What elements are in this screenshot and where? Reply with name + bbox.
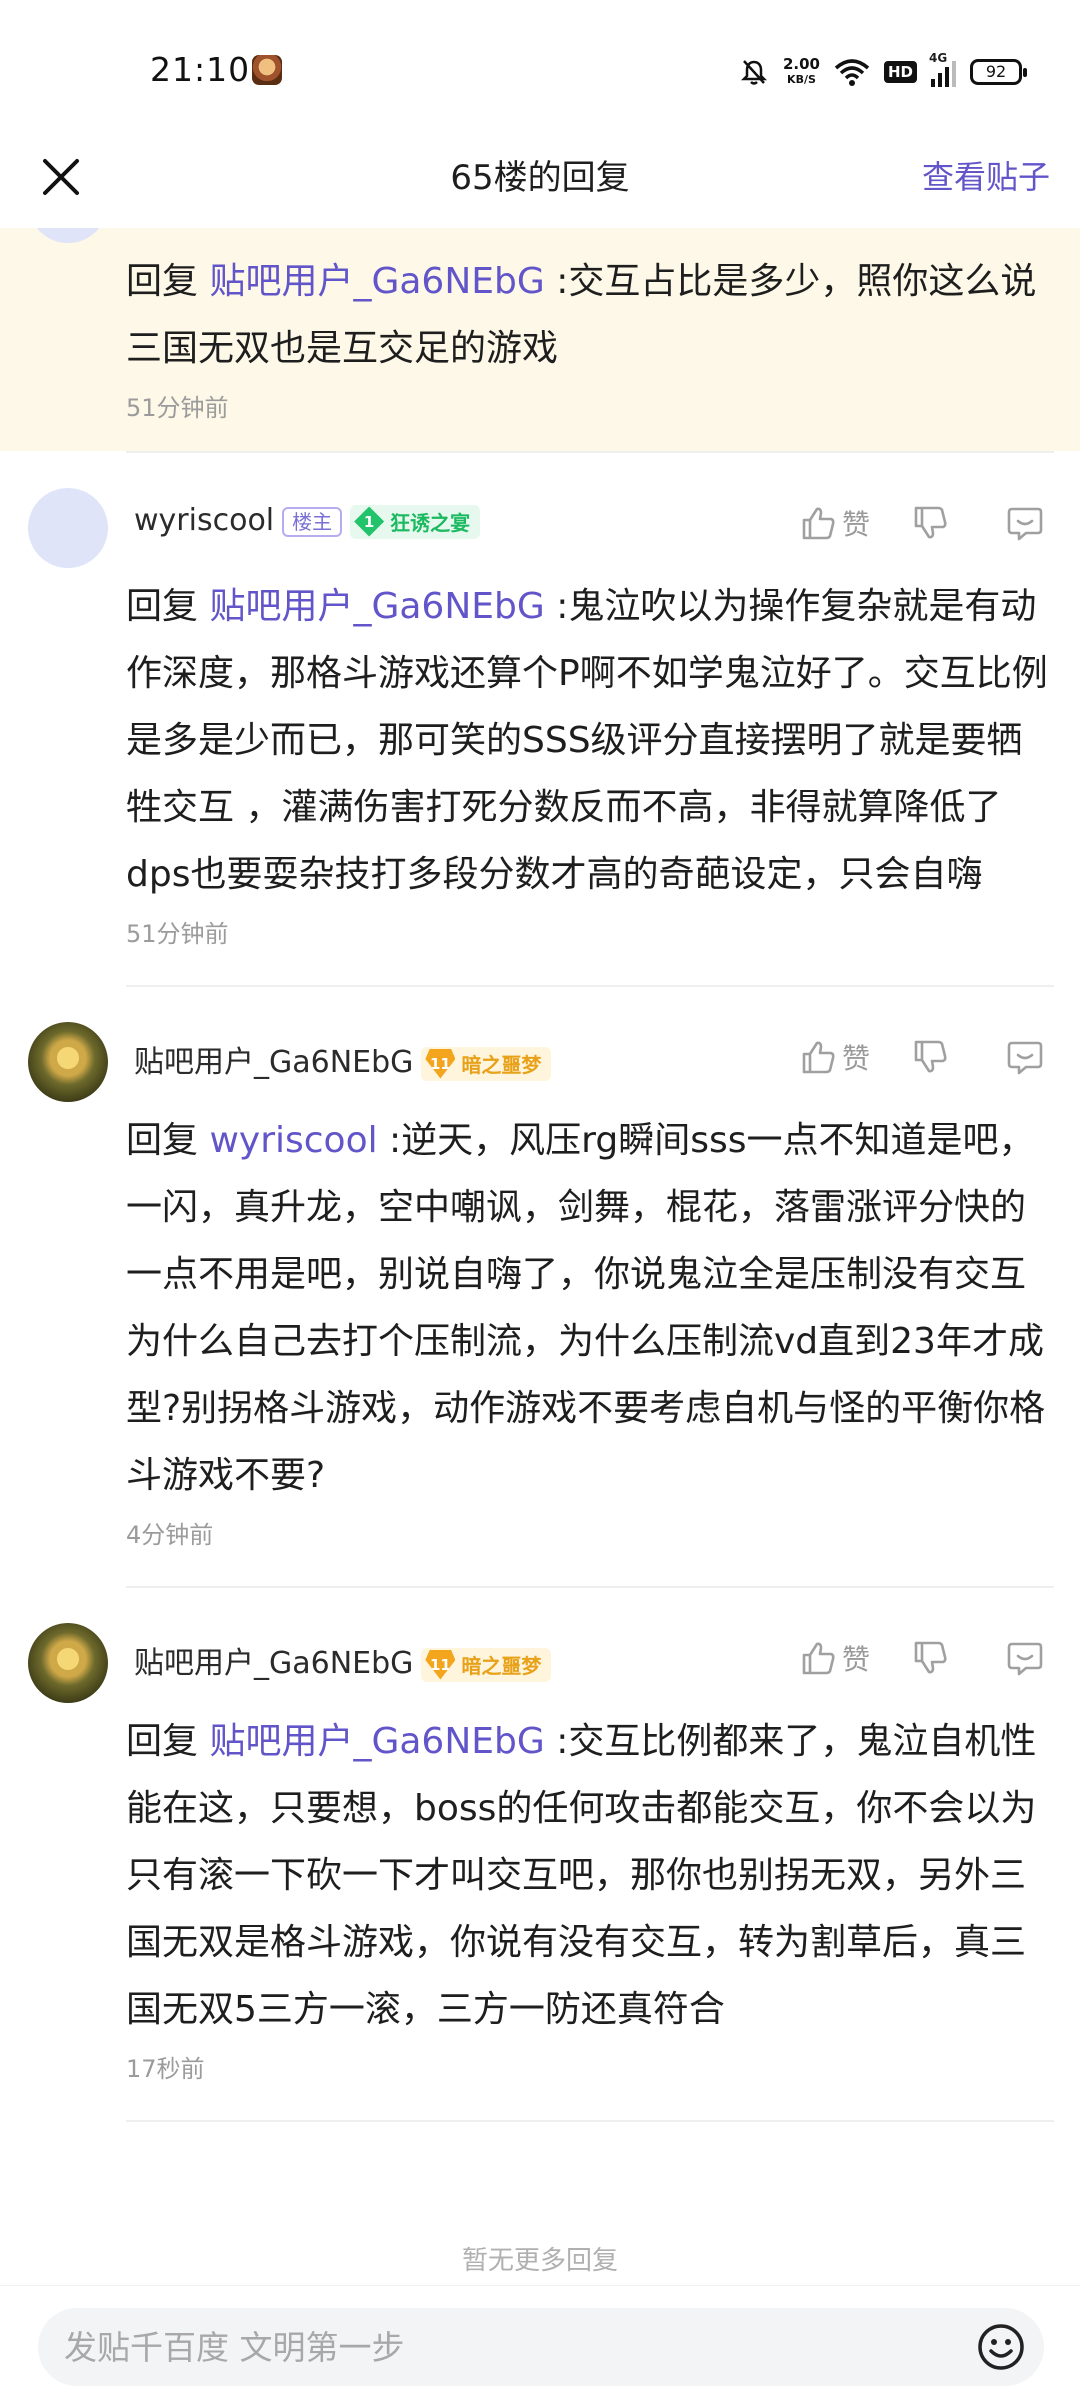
reply-item[interactable]: wyriscool 楼主 1 狂诱之宴赞回复 贴吧用户_Ga6NEbG :鬼泣吹以为操… — [0, 453, 1080, 985]
level-title: 暗之噩梦 — [461, 1654, 542, 1678]
thumbs-down-icon — [914, 1040, 947, 1073]
like-button[interactable]: 赞 — [800, 1037, 870, 1077]
level-title: 暗之噩梦 — [461, 1053, 542, 1077]
username-row: 贴吧用户_Ga6NEbG 11 暗之噩梦 — [134, 1037, 552, 1081]
reply-prefix: 回复 — [126, 1120, 210, 1161]
network-speed: 2.00 KB/S — [783, 57, 820, 87]
level-title: 狂诱之宴 — [390, 511, 471, 535]
reply-header: 贴吧用户_Ga6NEbG 11 暗之噩梦赞 — [0, 1017, 1080, 1107]
username[interactable]: wyriscool — [134, 503, 274, 538]
avatar[interactable] — [28, 1022, 108, 1102]
battery-icon: 92 — [970, 59, 1027, 85]
reply-header: wyriscool楼主1狂诱之宴赞 — [0, 483, 1080, 573]
reply-input[interactable] — [64, 2308, 964, 2386]
network-speed-value: 2.00 — [782, 55, 820, 73]
reply-actions: 赞 — [800, 1037, 1044, 1077]
reply-prefix: 回复 — [126, 261, 210, 302]
reply-input-box[interactable] — [38, 2308, 1044, 2386]
divider — [126, 2120, 1054, 2122]
reply-item[interactable]: wyriscool楼主1狂诱之宴赞回复 贴吧用户_Ga6NEbG :交互占比是多… — [0, 228, 1080, 451]
thumbs-down-icon — [914, 506, 947, 539]
comment-icon — [1007, 507, 1043, 541]
reply-text: :鬼泣吹以为操作复杂就是有动作深度，那格斗游戏还算个P啊不如学鬼泣好了。交互比例… — [126, 586, 1048, 895]
level-number: 1 — [354, 506, 385, 537]
reply-actions: 赞 — [800, 1638, 1044, 1678]
avatar[interactable] — [28, 228, 108, 243]
status-bar: 21:10 2.00 KB/S HD 4G 92 — [0, 0, 1080, 140]
bottom-input-bar — [0, 2285, 1080, 2400]
mention-link[interactable]: 贴吧用户_Ga6NEbG — [209, 261, 544, 302]
comment-icon — [1007, 1642, 1043, 1676]
app-notification-icon — [252, 55, 282, 85]
reply-actions: 赞 — [800, 503, 1044, 543]
reply-prefix: 回复 — [126, 1721, 210, 1762]
reply-header: wyriscool楼主1狂诱之宴赞 — [0, 228, 1080, 248]
no-more-replies: 暂无更多回复 — [461, 2246, 618, 2276]
avatar[interactable] — [28, 1623, 108, 1703]
view-post-link[interactable]: 查看贴子 — [922, 152, 1050, 198]
comment-button[interactable] — [1006, 1639, 1044, 1677]
reply-text: :逆天，风压rg瞬间sss一点不知道是吧，一闪，真升龙，空中嘲讽，剑舞，棍花，落… — [126, 1120, 1046, 1496]
page-title: 65楼的回复 — [450, 158, 630, 198]
reply-content: 回复 wyriscool :逆天，风压rg瞬间sss一点不知道是吧，一闪，真升龙… — [126, 1107, 1054, 1509]
network-speed-unit: KB/S — [787, 73, 816, 86]
reply-timestamp: 51分钟前 — [126, 394, 229, 422]
level-number: 11 — [425, 1048, 456, 1079]
status-icons: 2.00 KB/S HD 4G 92 — [739, 51, 1027, 92]
username[interactable]: 贴吧用户_Ga6NEbG — [134, 1646, 413, 1681]
reply-text: :交互比例都来了，鬼泣自机性能在这，只要想，boss的任何攻击都能交互，你不会以… — [126, 1721, 1037, 2030]
reply-timestamp: 17秒前 — [126, 2055, 205, 2083]
thumbs-up-icon — [802, 507, 835, 540]
like-label: 赞 — [841, 508, 870, 541]
top-header: 65楼的回复 查看贴子 — [0, 140, 1080, 228]
thumbs-up-icon — [802, 1642, 835, 1675]
reply-list-inner: wyriscool楼主1狂诱之宴赞回复 贴吧用户_Ga6NEbG :交互占比是多… — [0, 228, 1080, 2122]
level-badge: 1 狂诱之宴 — [350, 504, 481, 539]
like-button[interactable]: 赞 — [800, 503, 870, 543]
reply-content: 回复 贴吧用户_Ga6NEbG :交互比例都来了，鬼泣自机性能在这，只要想，bo… — [126, 1708, 1054, 2043]
like-label: 赞 — [841, 1042, 870, 1075]
dislike-button[interactable] — [912, 1640, 948, 1676]
level-number: 11 — [425, 1649, 456, 1680]
reply-list[interactable]: wyriscool楼主1狂诱之宴赞回复 贴吧用户_Ga6NEbG :交互占比是多… — [0, 228, 1080, 2285]
emoji-icon[interactable] — [976, 2322, 1026, 2372]
network-type-label: 4G — [929, 51, 948, 65]
reply-timestamp: 51分钟前 — [126, 920, 229, 948]
mention-link[interactable]: 贴吧用户_Ga6NEbG — [209, 586, 544, 627]
username-row: 贴吧用户_Ga6NEbG 11 暗之噩梦 — [134, 1638, 552, 1682]
username-row: wyriscool 楼主 1 狂诱之宴 — [134, 503, 481, 539]
level-badge: 11 暗之噩梦 — [421, 1046, 552, 1081]
reply-timestamp: 4分钟前 — [126, 1521, 214, 1549]
comment-button[interactable] — [1006, 1038, 1044, 1076]
status-time: 21:10 — [150, 50, 251, 89]
dislike-button[interactable] — [912, 505, 948, 541]
reply-item[interactable]: 贴吧用户_Ga6NEbG 11 暗之噩梦赞回复 wyriscool :逆天，风压rg… — [0, 987, 1080, 1586]
username[interactable]: 贴吧用户_Ga6NEbG — [134, 1045, 413, 1080]
like-button[interactable]: 赞 — [800, 1638, 870, 1678]
reply-header: 贴吧用户_Ga6NEbG 11 暗之噩梦赞 — [0, 1618, 1080, 1708]
reply-prefix: 回复 — [126, 586, 210, 627]
mention-link[interactable]: wyriscool — [209, 1120, 377, 1161]
reply-content: 回复 贴吧用户_Ga6NEbG :鬼泣吹以为操作复杂就是有动作深度，那格斗游戏还… — [126, 573, 1054, 908]
mute-bell-icon — [740, 60, 767, 85]
like-label: 赞 — [841, 1643, 870, 1676]
reply-content: 回复 贴吧用户_Ga6NEbG :交互占比是多少，照你这么说三国无双也是互交足的… — [126, 248, 1054, 382]
cellular-signal: 4G — [929, 51, 956, 87]
avatar[interactable] — [28, 488, 108, 568]
comment-icon — [1007, 1041, 1043, 1075]
comment-button[interactable] — [1006, 504, 1044, 542]
dislike-button[interactable] — [912, 1039, 948, 1075]
thumbs-up-icon — [802, 1041, 835, 1074]
author-badge: 楼主 — [282, 506, 343, 537]
reply-item[interactable]: 贴吧用户_Ga6NEbG 11 暗之噩梦赞回复 贴吧用户_Ga6NEbG :交互比例… — [0, 1588, 1080, 2120]
hd-voice-badge: HD — [883, 61, 917, 83]
mention-link[interactable]: 贴吧用户_Ga6NEbG — [209, 1721, 544, 1762]
wifi-icon — [834, 59, 870, 86]
thumbs-down-icon — [914, 1641, 947, 1674]
level-badge: 11 暗之噩梦 — [421, 1647, 552, 1682]
